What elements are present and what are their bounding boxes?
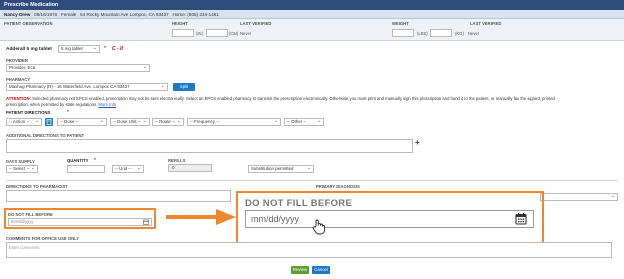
- route-select[interactable]: -- Route --: [152, 118, 184, 126]
- cancel-button-label: Cancel: [314, 267, 328, 272]
- substitution-select[interactable]: Substitution permitted: [248, 165, 314, 173]
- arrow-icon: [166, 209, 236, 225]
- divider: [6, 180, 618, 181]
- drug-name: Adderall 5 mg tablet: [6, 47, 52, 52]
- directions-to-pharmacist-textarea[interactable]: [6, 190, 231, 202]
- cancel-button[interactable]: Cancel: [312, 266, 330, 274]
- additional-directions-label: ADDITIONAL DIRECTIONS TO PATIENT: [6, 133, 85, 138]
- weight-last-verified-value: Never: [468, 31, 480, 36]
- provider-select[interactable]: Provider, Eca: [6, 64, 150, 72]
- patient-address: 54 Rocky Mountain Ave Lompoc, CA 93437: [80, 12, 169, 17]
- primary-diagnosis-label: PRIMARY DIAGNOSIS: [316, 184, 360, 189]
- add-directions-icon[interactable]: +: [415, 139, 420, 147]
- other-select[interactable]: -- Other --: [284, 118, 324, 126]
- frequency-select[interactable]: -- Frequency --: [187, 118, 281, 126]
- refills-input[interactable]: 0: [168, 164, 212, 172]
- height-unit-cm: (CM): [229, 31, 239, 36]
- quantity-label: QUANTITY: [67, 158, 89, 163]
- height-unit-in: (IN): [196, 31, 203, 36]
- height-last-verified-label: LAST VERIFIED: [240, 21, 272, 26]
- calendar-icon[interactable]: [143, 219, 149, 226]
- attention-line2: prescription, when permitted by state re…: [6, 101, 98, 107]
- directions-to-pharmacist-label: DIRECTIONS TO PHARMACIST: [6, 184, 68, 189]
- patient-bar: Nancy Drew 06/16/1976 Female 54 Rocky Mo…: [0, 10, 624, 19]
- height-in-input[interactable]: [172, 29, 194, 37]
- review-button[interactable]: Review: [291, 266, 309, 274]
- hand-cursor-icon: [312, 219, 326, 236]
- weight-lbs-input[interactable]: [392, 29, 414, 37]
- observation-label: Patient Observation: [4, 21, 53, 26]
- window-title: Prescribe Medication: [0, 0, 624, 10]
- quantity-input[interactable]: [67, 165, 105, 173]
- pharmacy-select[interactable]: Maxhug Pharmacy (R) - 16 Waterfield Ave,…: [6, 83, 168, 91]
- attention-line1: Selected pharmacy not EPCS enabled, pres…: [32, 96, 555, 101]
- dose-select[interactable]: -- Dose --: [57, 118, 107, 126]
- height-last-verified-value: Never: [240, 31, 252, 36]
- do-not-fill-before-input[interactable]: mm/dd/yyyy: [8, 218, 152, 226]
- split-button[interactable]: Split: [173, 83, 195, 91]
- comments-textarea[interactable]: Enter comments: [6, 242, 612, 258]
- dose-unit-select[interactable]: -- Dose Unit --: [110, 118, 150, 126]
- do-not-fill-before-placeholder: mm/dd/yyyy: [11, 219, 34, 224]
- drug-form-select[interactable]: 5 mg tablet: [58, 45, 100, 53]
- patient-gender: Female: [61, 12, 77, 17]
- provider-label: PROVIDER: [6, 58, 28, 63]
- height-label: HEIGHT: [172, 21, 188, 26]
- additional-directions-textarea[interactable]: [6, 139, 413, 153]
- primary-diagnosis-select[interactable]: [540, 193, 618, 201]
- drug-schedule-badge: C - II: [112, 46, 123, 52]
- patient-observation-bar: Patient Observation HEIGHT (IN) (CM) LAS…: [0, 19, 624, 41]
- weight-unit-lbs: (LBS): [417, 31, 428, 36]
- refills-label: REFILLS: [168, 158, 186, 163]
- days-supply-select[interactable]: -- Select --: [6, 165, 38, 173]
- zoomed-do-not-fill-before-label: DO NOT FILL BEFORE: [245, 198, 353, 209]
- split-button-label: Split: [179, 84, 189, 89]
- weight-unit-kg: (KG): [455, 31, 464, 36]
- weight-last-verified-label: LAST VERIFIED: [470, 21, 502, 26]
- weight-kg-input[interactable]: [430, 29, 452, 37]
- calculator-icon[interactable]: [45, 118, 53, 126]
- zoomed-do-not-fill-before-input[interactable]: mm/dd/yyyy: [245, 210, 534, 228]
- unit-select[interactable]: -- Unit --: [112, 165, 144, 173]
- review-button-label: Review: [292, 267, 308, 272]
- do-not-fill-before-label: DO NOT FILL BEFORE: [8, 212, 53, 217]
- weight-label: WEIGHT: [392, 21, 409, 26]
- attention-message: ATTENTION: Selected pharmacy not EPCS en…: [6, 96, 606, 108]
- patient-directions-label: PATIENT DIRECTIONS: [6, 110, 51, 115]
- patient-home-phone: Home: (805) 234-1481: [172, 12, 219, 17]
- comments-label: COMMENTS FOR OFFICE USE ONLY: [6, 236, 80, 241]
- attention-prefix: ATTENTION:: [6, 96, 32, 101]
- patient-dob: 06/16/1976: [34, 12, 58, 17]
- more-info-link[interactable]: More Info: [98, 102, 116, 107]
- zoomed-do-not-fill-before-placeholder: mm/dd/yyyy: [251, 214, 300, 224]
- refills-value: 0: [172, 165, 175, 170]
- zoomed-calendar-icon[interactable]: [515, 212, 527, 226]
- days-supply-label: DAYS SUPPLY: [6, 159, 35, 164]
- comments-placeholder: Enter comments: [9, 245, 40, 250]
- action-select[interactable]: -- Action --: [6, 118, 42, 126]
- patient-name: Nancy Drew: [4, 12, 31, 17]
- height-cm-input[interactable]: [206, 29, 228, 37]
- pharmacy-label: PHARMACY: [6, 77, 31, 82]
